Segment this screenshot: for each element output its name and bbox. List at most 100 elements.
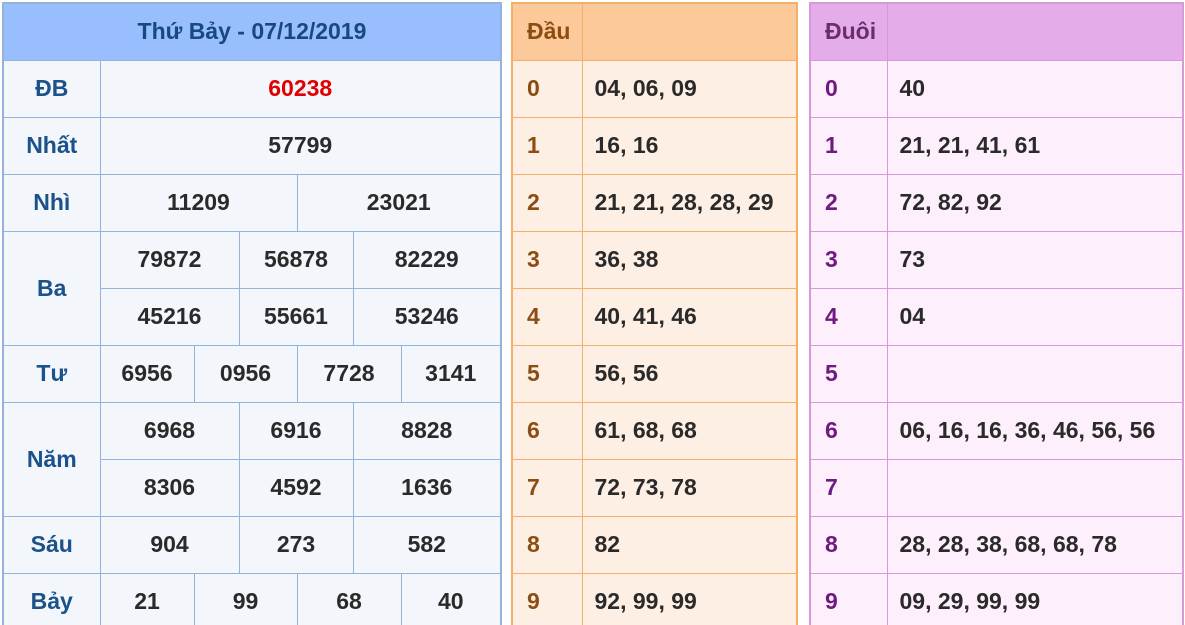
duoi-row: 5 (809, 344, 1184, 403)
prize-label: Tư (2, 344, 101, 403)
dau-panel: Đầu 0 04, 06, 09 1 16, 16 2 21, 21, 28, 28, 2… (511, 2, 798, 625)
prize-number: 273 (238, 515, 354, 574)
duoi-values: 28, 28, 38, 68, 68, 78 (886, 515, 1184, 574)
dau-row: 8 82 (511, 515, 798, 574)
results-table: Thứ Bảy - 07/12/2019 ĐB 60238 Nhất 57799… (2, 2, 502, 625)
dau-values: 40, 41, 46 (581, 287, 798, 346)
dau-row: 9 92, 99, 99 (511, 572, 798, 625)
dau-header: Đầu (511, 2, 583, 61)
prize-number: 40 (400, 572, 502, 625)
results-panel: Thứ Bảy - 07/12/2019 ĐB 60238 Nhất 57799… (2, 2, 502, 625)
prize-label: Năm (2, 401, 101, 517)
dau-digit: 5 (511, 344, 583, 403)
duoi-digit: 5 (809, 344, 888, 403)
dau-digit: 8 (511, 515, 583, 574)
duoi-digit: 8 (809, 515, 888, 574)
duoi-digit: 9 (809, 572, 888, 625)
duoi-values: 73 (886, 230, 1184, 289)
duoi-header: Đuôi (809, 2, 888, 61)
dau-row: 4 40, 41, 46 (511, 287, 798, 346)
duoi-digit: 4 (809, 287, 888, 346)
duoi-table: Đuôi 0 40 1 21, 21, 41, 61 2 72, 82, 92 3 73 4 04… (809, 2, 1184, 625)
prize-number: 1636 (352, 458, 502, 517)
dau-row: 7 72, 73, 78 (511, 458, 798, 517)
prize-number: 4592 (238, 458, 354, 517)
results-title: Thứ Bảy - 07/12/2019 (2, 2, 502, 61)
prize-label: Nhì (2, 173, 101, 232)
prize-label: Ba (2, 230, 101, 346)
prize-row-nhi: Nhì 11209 23021 (2, 173, 502, 232)
dau-values: 61, 68, 68 (581, 401, 798, 460)
prize-number: 904 (99, 515, 240, 574)
duoi-row: 0 40 (809, 59, 1184, 118)
duoi-values: 21, 21, 41, 61 (886, 116, 1184, 175)
prize-row-bay: Bảy 21 99 68 40 (2, 572, 502, 625)
dau-row: 2 21, 21, 28, 28, 29 (511, 173, 798, 232)
prize-number: 55661 (238, 287, 354, 346)
prize-label: Nhất (2, 116, 101, 175)
duoi-header-values (886, 2, 1184, 61)
dau-values: 21, 21, 28, 28, 29 (581, 173, 798, 232)
prize-number: 79872 (99, 230, 240, 289)
dau-row: 6 61, 68, 68 (511, 401, 798, 460)
dau-values: 72, 73, 78 (581, 458, 798, 517)
prize-number: 68 (296, 572, 402, 625)
prize-label: Sáu (2, 515, 101, 574)
duoi-panel: Đuôi 0 40 1 21, 21, 41, 61 2 72, 82, 92 3 73 4 04… (809, 2, 1184, 625)
prize-row-tu: Tư 6956 0956 7728 3141 (2, 344, 502, 403)
duoi-row: 4 04 (809, 287, 1184, 346)
dau-values: 82 (581, 515, 798, 574)
duoi-digit: 3 (809, 230, 888, 289)
prize-number: 23021 (296, 173, 502, 232)
duoi-row: 3 73 (809, 230, 1184, 289)
prize-number: 6968 (99, 401, 240, 460)
prize-number: 45216 (99, 287, 240, 346)
prize-number: 3141 (400, 344, 502, 403)
dau-values: 56, 56 (581, 344, 798, 403)
duoi-digit: 0 (809, 59, 888, 118)
prize-label: Bảy (2, 572, 101, 625)
dau-digit: 1 (511, 116, 583, 175)
dau-values: 36, 38 (581, 230, 798, 289)
duoi-values: 40 (886, 59, 1184, 118)
prize-row-nam: Năm 6968 6916 8828 (2, 401, 502, 517)
duoi-values: 04 (886, 287, 1184, 346)
dau-table: Đầu 0 04, 06, 09 1 16, 16 2 21, 21, 28, 28, 2… (511, 2, 798, 625)
duoi-row: 6 06, 16, 16, 36, 46, 56, 56 (809, 401, 1184, 460)
duoi-digit: 2 (809, 173, 888, 232)
prize-number: 8306 (99, 458, 240, 517)
prize-row-nhat: Nhất 57799 (2, 116, 502, 175)
dau-values: 16, 16 (581, 116, 798, 175)
prize-number: 57799 (99, 116, 502, 175)
dau-digit: 2 (511, 173, 583, 232)
duoi-digit: 7 (809, 458, 888, 517)
prize-label: ĐB (2, 59, 101, 118)
duoi-values: 72, 82, 92 (886, 173, 1184, 232)
duoi-values: 06, 16, 16, 36, 46, 56, 56 (886, 401, 1184, 460)
duoi-row: 2 72, 82, 92 (809, 173, 1184, 232)
dau-row: 0 04, 06, 09 (511, 59, 798, 118)
duoi-digit: 1 (809, 116, 888, 175)
dau-digit: 7 (511, 458, 583, 517)
prize-number: 0956 (193, 344, 298, 403)
dau-values: 92, 99, 99 (581, 572, 798, 625)
dau-row: 1 16, 16 (511, 116, 798, 175)
duoi-row: 9 09, 29, 99, 99 (809, 572, 1184, 625)
dau-header-values (581, 2, 798, 61)
duoi-values: 09, 29, 99, 99 (886, 572, 1184, 625)
special-prize-number: 60238 (99, 59, 502, 118)
duoi-row: 8 28, 28, 38, 68, 68, 78 (809, 515, 1184, 574)
prize-number: 7728 (296, 344, 402, 403)
dau-digit: 0 (511, 59, 583, 118)
dau-digit: 4 (511, 287, 583, 346)
dau-digit: 3 (511, 230, 583, 289)
prize-number: 6916 (238, 401, 354, 460)
prize-number: 21 (99, 572, 195, 625)
prize-number: 582 (352, 515, 502, 574)
dau-digit: 9 (511, 572, 583, 625)
duoi-values (886, 344, 1184, 403)
dau-row: 5 56, 56 (511, 344, 798, 403)
dau-values: 04, 06, 09 (581, 59, 798, 118)
prize-number: 6956 (99, 344, 195, 403)
duoi-row: 1 21, 21, 41, 61 (809, 116, 1184, 175)
